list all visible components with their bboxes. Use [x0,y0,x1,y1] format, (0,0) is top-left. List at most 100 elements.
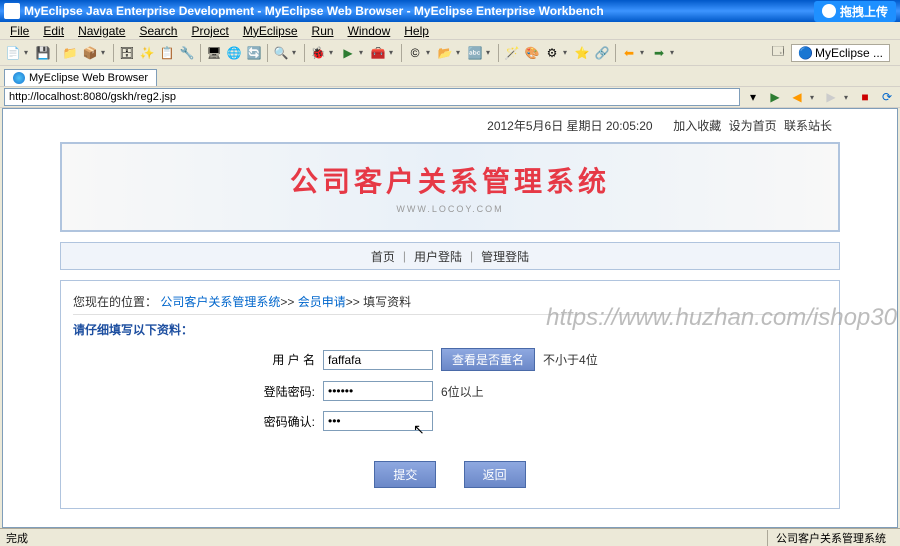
save-icon[interactable]: 💾 [34,44,52,62]
folder-icon[interactable]: 📁 [61,44,79,62]
chevron-down-icon[interactable]: ▾ [486,48,494,57]
chevron-down-icon[interactable]: ▾ [456,48,464,57]
package-icon[interactable]: 📦 [81,44,99,62]
paint-icon[interactable]: 🎨 [523,44,541,62]
link-icon[interactable]: 🔗 [593,44,611,62]
input-username[interactable] [323,350,433,370]
ext-tools-icon[interactable]: 🧰 [369,44,387,62]
separator [615,44,616,62]
refresh-icon[interactable]: 🔄 [245,44,263,62]
status-done: 完成 [6,530,28,546]
cloud-icon [822,4,836,18]
menu-project[interactable]: Project [185,22,234,40]
input-password[interactable] [323,381,433,401]
hint-username: 不小于4位 [543,351,598,368]
xml-icon[interactable]: 📋 [158,44,176,62]
menu-file[interactable]: File [4,22,35,40]
debug-icon[interactable]: 🐞 [309,44,327,62]
chevron-down-icon[interactable]: ▾ [24,48,32,57]
address-bar: ▾ ▶ ◀▾ ▶▾ ■ ⟳ [0,86,900,108]
db-icon[interactable]: 🗄 [118,44,136,62]
stop-icon[interactable]: ■ [856,88,874,106]
link-favorite[interactable]: 加入收藏 [673,119,721,133]
status-title: 公司客户关系管理系统 [767,530,894,546]
pkg-icon[interactable]: 📂 [436,44,454,62]
content-panel: 您现在的位置： 公司客户关系管理系统>> 会员申请>> 填写资料 请仔细填写以下… [60,280,840,509]
label-confirm: 密码确认: [73,413,323,430]
deploy-icon[interactable]: 🔧 [178,44,196,62]
toolbar: 📄▾ 💾 📁 📦▾ 🗄 ✨ 📋 🔧 🖥 🌐 🔄 🔍▾ 🐞▾ ▶▾ 🧰▾ ©▾ 📂… [0,40,900,66]
separator [267,44,268,62]
chevron-down-icon[interactable]: ▾ [640,48,648,57]
star-icon[interactable]: ⭐ [573,44,591,62]
editor-tabs: MyEclipse Web Browser [0,66,900,86]
menu-edit[interactable]: Edit [37,22,70,40]
row-username: 用 户 名 查看是否重名 不小于4位 [73,348,827,371]
input-confirm[interactable] [323,411,433,431]
wizard-icon[interactable]: ✨ [138,44,156,62]
back-icon[interactable]: ⬅ [620,44,638,62]
search-icon[interactable]: 🔍 [272,44,290,62]
nav-sep: | [403,249,406,263]
separator [401,44,402,62]
check-duplicate-button[interactable]: 查看是否重名 [441,348,535,371]
chevron-down-icon[interactable]: ▾ [810,93,818,102]
site-subtitle: WWW.LOCOY.COM [396,204,503,214]
open-perspective-icon[interactable]: 🗔 [769,44,787,62]
instruction-text: 请仔细填写以下资料： [73,321,827,338]
separator [200,44,201,62]
separator [56,44,57,62]
class-icon[interactable]: © [406,44,424,62]
upload-button[interactable]: 拖拽上传 [814,1,896,22]
run-icon[interactable]: ▶ [339,44,357,62]
go-icon[interactable]: ▶ [766,88,784,106]
chevron-down-icon[interactable]: ▾ [670,48,678,57]
browser-icon[interactable]: 🌐 [225,44,243,62]
link-homepage[interactable]: 设为首页 [729,119,777,133]
nav-forward-icon[interactable]: ▶ [822,88,840,106]
server-icon[interactable]: 🖥 [205,44,223,62]
page-topbar: 2012年5月6日 星期日 20:05:20 加入收藏 设为首页 联系站长 [60,113,840,138]
url-input[interactable] [4,88,740,106]
forward-icon[interactable]: ➡ [650,44,668,62]
nav-admin-login[interactable]: 管理登陆 [481,248,529,265]
tab-browser[interactable]: MyEclipse Web Browser [4,69,157,86]
link-contact[interactable]: 联系站长 [784,119,832,133]
chevron-down-icon[interactable]: ▾ [359,48,367,57]
menu-navigate[interactable]: Navigate [72,22,131,40]
back-button[interactable]: 返回 [464,461,526,488]
submit-button[interactable]: 提交 [374,461,436,488]
separator [498,44,499,62]
menu-help[interactable]: Help [398,22,435,40]
menu-search[interactable]: Search [133,22,183,40]
separator [113,44,114,62]
chevron-down-icon[interactable]: ▾ [329,48,337,57]
breadcrumb-apply[interactable]: 会员申请 [298,295,346,309]
type-icon[interactable]: 🔤 [466,44,484,62]
chevron-down-icon[interactable]: ▾ [292,48,300,57]
breadcrumb-system[interactable]: 公司客户关系管理系统 [160,295,280,309]
chevron-down-icon[interactable]: ▾ [844,93,852,102]
chevron-down-icon[interactable]: ▾ [101,48,109,57]
chevron-down-icon[interactable]: ▾ [563,48,571,57]
nav-home[interactable]: 首页 [371,248,395,265]
nav-back-icon[interactable]: ◀ [788,88,806,106]
wand-icon[interactable]: 🪄 [503,44,521,62]
nav-sep: | [470,249,473,263]
datetime: 2012年5月6日 星期日 20:05:20 [487,119,652,133]
gear-icon[interactable]: ⚙ [543,44,561,62]
go-dropdown-icon[interactable]: ▾ [744,88,762,106]
breadcrumb-current: 填写资料 [363,295,411,309]
perspective-button[interactable]: 🔵 MyEclipse ... [791,44,890,62]
nav-user-login[interactable]: 用户登陆 [414,248,462,265]
page-nav: 首页 | 用户登陆 | 管理登陆 [60,242,840,270]
reload-icon[interactable]: ⟳ [878,88,896,106]
menu-myeclipse[interactable]: MyEclipse [237,22,304,40]
chevron-down-icon[interactable]: ▾ [426,48,434,57]
menu-run[interactable]: Run [306,22,340,40]
header-banner: 公司客户关系管理系统 WWW.LOCOY.COM [60,142,840,232]
menu-window[interactable]: Window [342,22,397,40]
new-icon[interactable]: 📄 [4,44,22,62]
label-username: 用 户 名 [73,351,323,368]
chevron-down-icon[interactable]: ▾ [389,48,397,57]
